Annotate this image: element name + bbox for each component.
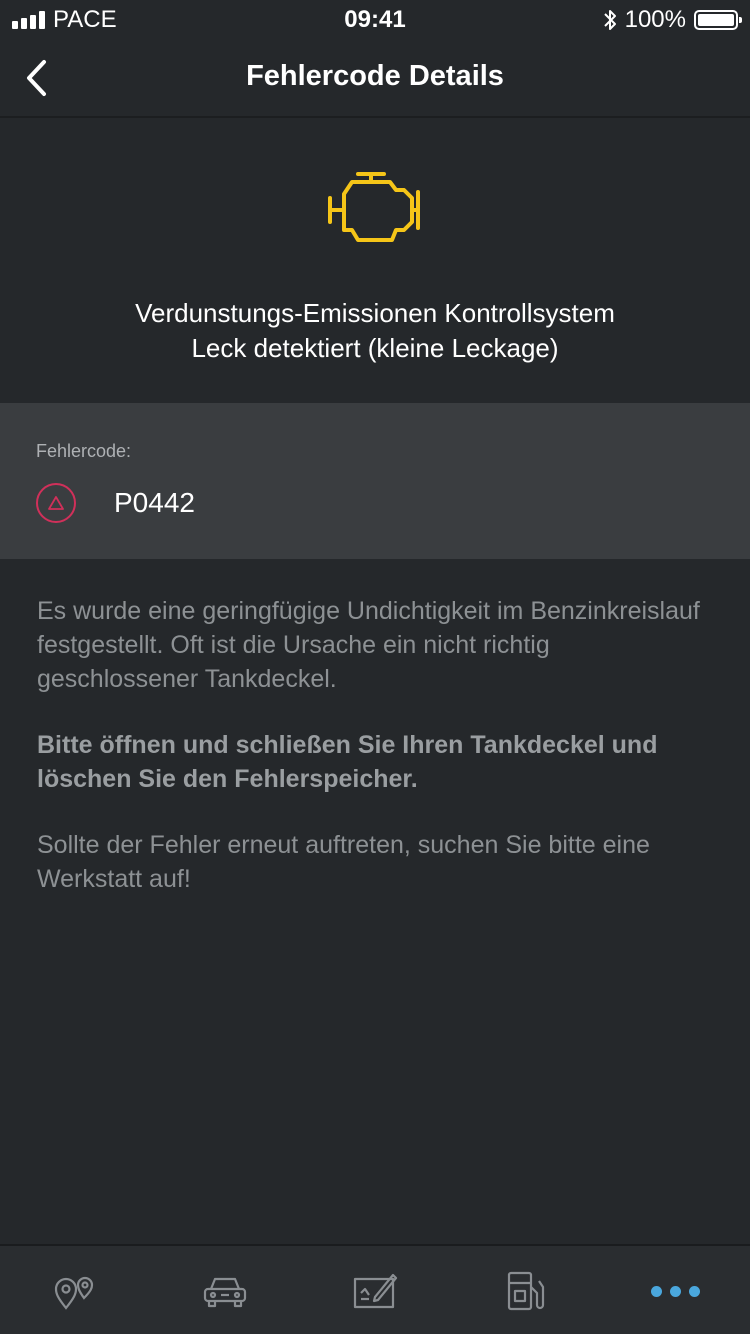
- warning-badge: [36, 483, 76, 523]
- error-code-value: P0442: [114, 487, 195, 518]
- error-code-section: Fehlercode: P0442: [0, 403, 750, 559]
- advice-paragraph-1: Es wurde eine geringfügige Undichtigkeit…: [37, 597, 700, 693]
- more-icon: [650, 1285, 700, 1297]
- error-title-line2: Leck detektiert (kleine Leckage): [191, 333, 559, 363]
- logbook-icon: [353, 1273, 398, 1309]
- fuel-pump-icon: [507, 1271, 545, 1311]
- tab-more[interactable]: [600, 1246, 750, 1334]
- error-hero: Verdunstungs-Emissionen Kontrollsystem L…: [0, 118, 750, 402]
- error-advice: Es wurde eine geringfügige Undichtigkeit…: [37, 594, 714, 928]
- warning-triangle-icon: [48, 496, 64, 510]
- car-icon: [203, 1277, 247, 1308]
- bluetooth-icon: [603, 10, 616, 30]
- advice-paragraph-3: Sollte der Fehler erneut auftreten, such…: [37, 831, 650, 893]
- battery-percent: 100%: [624, 6, 686, 33]
- tab-logbook[interactable]: [300, 1246, 450, 1334]
- screen: PACE 09:41 100% Fehlercode Details Verdu…: [0, 0, 750, 1334]
- status-right: 100%: [603, 6, 742, 34]
- tab-vehicle[interactable]: [150, 1246, 300, 1334]
- nav-bar: Fehlercode Details: [0, 40, 750, 118]
- engine-warning-icon: [328, 172, 420, 242]
- error-code-label: Fehlercode:: [36, 441, 132, 461]
- tab-fuel[interactable]: [450, 1246, 600, 1334]
- error-description: Verdunstungs-Emissionen Kontrollsystem L…: [40, 296, 710, 366]
- error-title-line1: Verdunstungs-Emissionen Kontrollsystem: [135, 298, 615, 328]
- battery-icon: [694, 10, 742, 30]
- tab-bar: [0, 1244, 750, 1334]
- page-title: Fehlercode Details: [246, 60, 504, 92]
- status-bar: PACE 09:41 100%: [0, 0, 750, 40]
- map-pins-icon: [54, 1276, 94, 1310]
- advice-paragraph-2: Bitte öffnen und schließen Sie Ihren Tan…: [37, 731, 658, 793]
- tab-map[interactable]: [0, 1246, 150, 1334]
